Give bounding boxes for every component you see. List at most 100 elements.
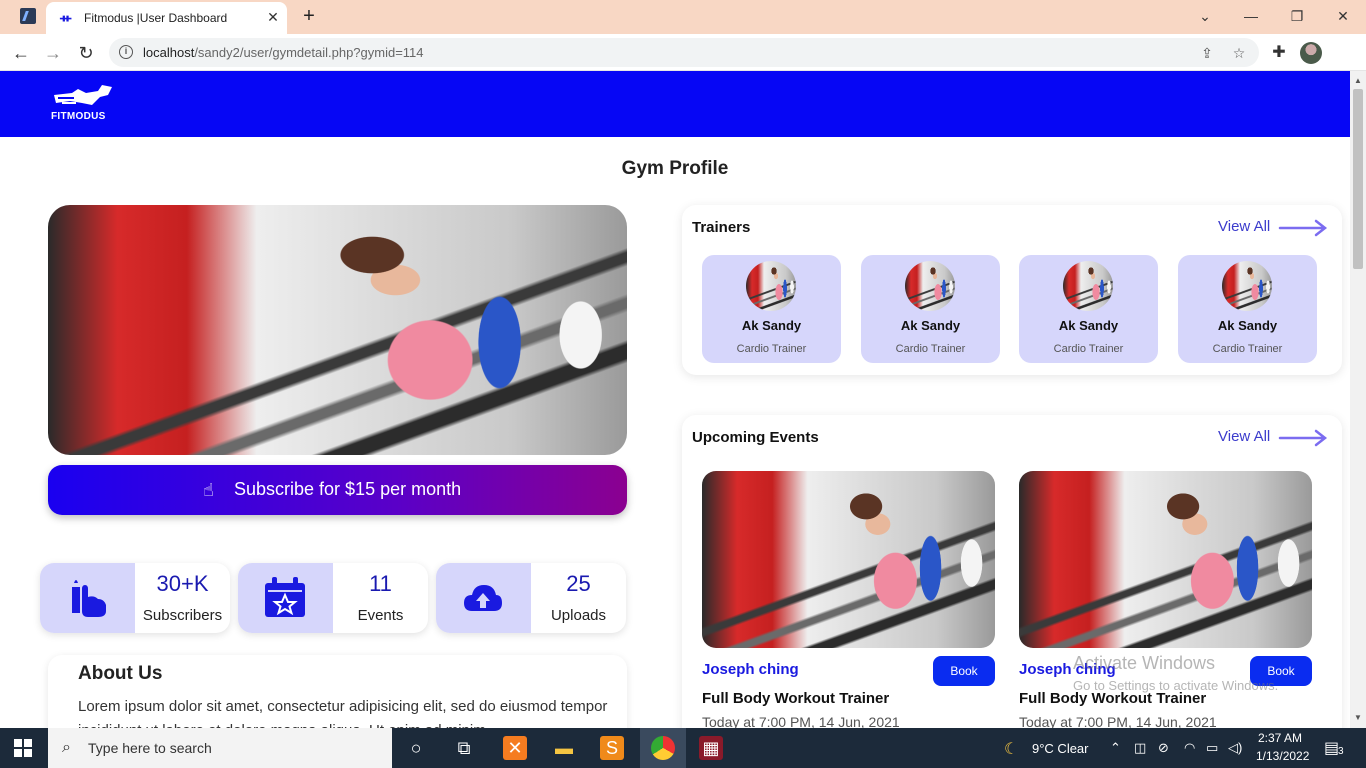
trainer-role: Cardio Trainer (1053, 343, 1124, 355)
trainer-avatar (1063, 261, 1113, 311)
network-warning-icon[interactable]: ⊘ (1158, 740, 1169, 756)
winrar-icon[interactable]: ▦ (699, 736, 723, 760)
trainer-card[interactable]: Ak Sandy Cardio Trainer (702, 255, 841, 363)
subscribe-button[interactable]: ☝ Subscribe for $15 per month (48, 465, 627, 515)
trainers-panel: Trainers View All Ak Sandy Cardio Traine… (682, 205, 1342, 375)
trainer-card[interactable]: Ak Sandy Cardio Trainer (861, 255, 1000, 363)
minimize-button[interactable]: — (1237, 4, 1265, 28)
tray-expand-icon[interactable]: ⌃ (1110, 740, 1121, 756)
event-host[interactable]: Joseph ching (702, 661, 799, 678)
app-icon[interactable] (20, 8, 36, 24)
trainer-name: Ak Sandy (1058, 318, 1119, 333)
site-header: FITMODUS (0, 71, 1350, 137)
browser-toolbar: ← → ↻ i localhost/sandy2/user/gymdetail.… (0, 34, 1366, 71)
tab-title: Fitmodus |User Dashboard (84, 11, 228, 25)
page-scrollbar[interactable]: ▲ ▼ (1350, 71, 1366, 728)
notification-count: 3 (1338, 746, 1344, 757)
taskbar-search-input[interactable]: ⌕ Type here to search (48, 728, 392, 768)
trainer-card[interactable]: Ak Sandy Cardio Trainer (1019, 255, 1158, 363)
browser-tab[interactable]: ᚑ Fitmodus |User Dashboard ✕ (46, 2, 287, 34)
trainer-card[interactable]: Ak Sandy Cardio Trainer (1178, 255, 1317, 363)
event-title: Full Body Workout Trainer (702, 690, 890, 707)
cortana-icon[interactable]: ○ (404, 736, 428, 760)
stat-events: 11 Events (238, 563, 428, 633)
event-title: Full Body Workout Trainer (1019, 690, 1207, 707)
browser-tab-strip: ᚑ Fitmodus |User Dashboard ✕ + ⌄ — ❐ ✕ (0, 0, 1366, 34)
hand-pointer-icon: ☝ (203, 480, 214, 500)
gym-hero-image (48, 205, 627, 455)
stat-label: Uploads (550, 607, 607, 624)
trainer-name: Ak Sandy (1217, 318, 1278, 333)
restore-button[interactable]: ❐ (1283, 4, 1311, 28)
stat-uploads: 25 Uploads (436, 563, 626, 633)
trainer-role: Cardio Trainer (1212, 343, 1283, 355)
tab-search-icon[interactable]: ⌄ (1191, 4, 1219, 28)
new-tab-button[interactable]: + (298, 5, 320, 27)
subscribe-label: Subscribe for $15 per month (234, 479, 462, 499)
trainer-name: Ak Sandy (741, 318, 802, 333)
meet-now-icon[interactable]: ◫ (1134, 740, 1146, 756)
events-view-all-link[interactable]: View All (1218, 428, 1270, 445)
trainer-role: Cardio Trainer (895, 343, 966, 355)
stat-value: 30+K (156, 571, 209, 596)
close-tab-icon[interactable]: ✕ (264, 8, 282, 26)
wifi-icon[interactable]: ◠ (1184, 740, 1195, 756)
stat-value: 11 (369, 571, 392, 596)
weather-moon-icon: ☾ (1004, 741, 1019, 758)
clock-date[interactable]: 1/13/2022 (1256, 749, 1309, 763)
arrow-right-icon[interactable] (1278, 219, 1328, 237)
stat-value: 25 (566, 571, 591, 596)
event-host[interactable]: Joseph ching (1019, 661, 1116, 678)
close-window-button[interactable]: ✕ (1329, 4, 1357, 28)
book-button[interactable]: Book (933, 656, 995, 686)
task-view-icon[interactable]: ⧉ (452, 736, 476, 760)
event-image[interactable] (1019, 471, 1312, 648)
sublime-text-icon[interactable]: S (600, 736, 624, 760)
calendar-star-icon (265, 577, 305, 617)
url-text[interactable]: localhost/sandy2/user/gymdetail.php?gymi… (143, 45, 424, 60)
trainer-role: Cardio Trainer (736, 343, 807, 355)
clock-time[interactable]: 2:37 AM (1258, 731, 1302, 745)
reload-icon[interactable]: ↻ (73, 40, 99, 66)
search-icon: ⌕ (62, 739, 71, 756)
trainer-avatar (746, 261, 796, 311)
book-button[interactable]: Book (1250, 656, 1312, 686)
share-icon[interactable]: ⇪ (1197, 43, 1217, 63)
event-image[interactable] (702, 471, 995, 648)
back-arrow-icon[interactable]: ← (8, 40, 34, 66)
scroll-down-icon[interactable]: ▼ (1350, 710, 1366, 726)
trainers-view-all-link[interactable]: View All (1218, 218, 1270, 235)
chrome-icon (651, 736, 675, 760)
xampp-icon[interactable]: ✕ (503, 736, 527, 760)
logo-icon[interactable] (52, 83, 114, 111)
stat-label: Subscribers (142, 607, 223, 624)
favicon-icon: ᚑ (60, 11, 72, 25)
trainer-avatar (905, 261, 955, 311)
address-bar[interactable]: i localhost/sandy2/user/gymdetail.php?gy… (109, 38, 1259, 67)
volume-icon[interactable]: ◁) (1228, 740, 1242, 756)
notification-icon[interactable]: ▤ (1324, 738, 1339, 758)
weather-text[interactable]: 9°C Clear (1032, 741, 1089, 756)
profile-avatar[interactable] (1300, 42, 1322, 64)
stat-label: Events (357, 607, 404, 624)
battery-icon[interactable]: ▭ (1206, 740, 1218, 756)
forward-arrow-icon[interactable]: → (40, 40, 66, 66)
windows-start-icon[interactable] (14, 739, 32, 757)
search-placeholder: Type here to search (88, 740, 212, 756)
star-icon[interactable]: ☆ (1229, 43, 1249, 63)
trainer-name: Ak Sandy (900, 318, 961, 333)
trainers-title: Trainers (692, 219, 751, 236)
scroll-up-icon[interactable]: ▲ (1350, 73, 1366, 89)
events-title: Upcoming Events (692, 429, 819, 446)
windows-taskbar: ⌕ Type here to search ○ ⧉ ✕ ▬ S ▦ ☾ 9°C … (0, 728, 1366, 768)
site-info-icon[interactable]: i (119, 45, 133, 59)
page-title: Gym Profile (621, 158, 729, 179)
chrome-taskbar-button[interactable] (640, 728, 686, 768)
about-title: About Us (78, 663, 163, 684)
puzzle-icon[interactable]: ✚ (1268, 42, 1290, 64)
trainer-avatar (1222, 261, 1272, 311)
stat-subscribers: 30+K Subscribers (40, 563, 230, 633)
scrollbar-thumb[interactable] (1353, 89, 1363, 269)
arrow-right-icon[interactable] (1278, 429, 1328, 447)
file-explorer-icon[interactable]: ▬ (552, 736, 576, 760)
